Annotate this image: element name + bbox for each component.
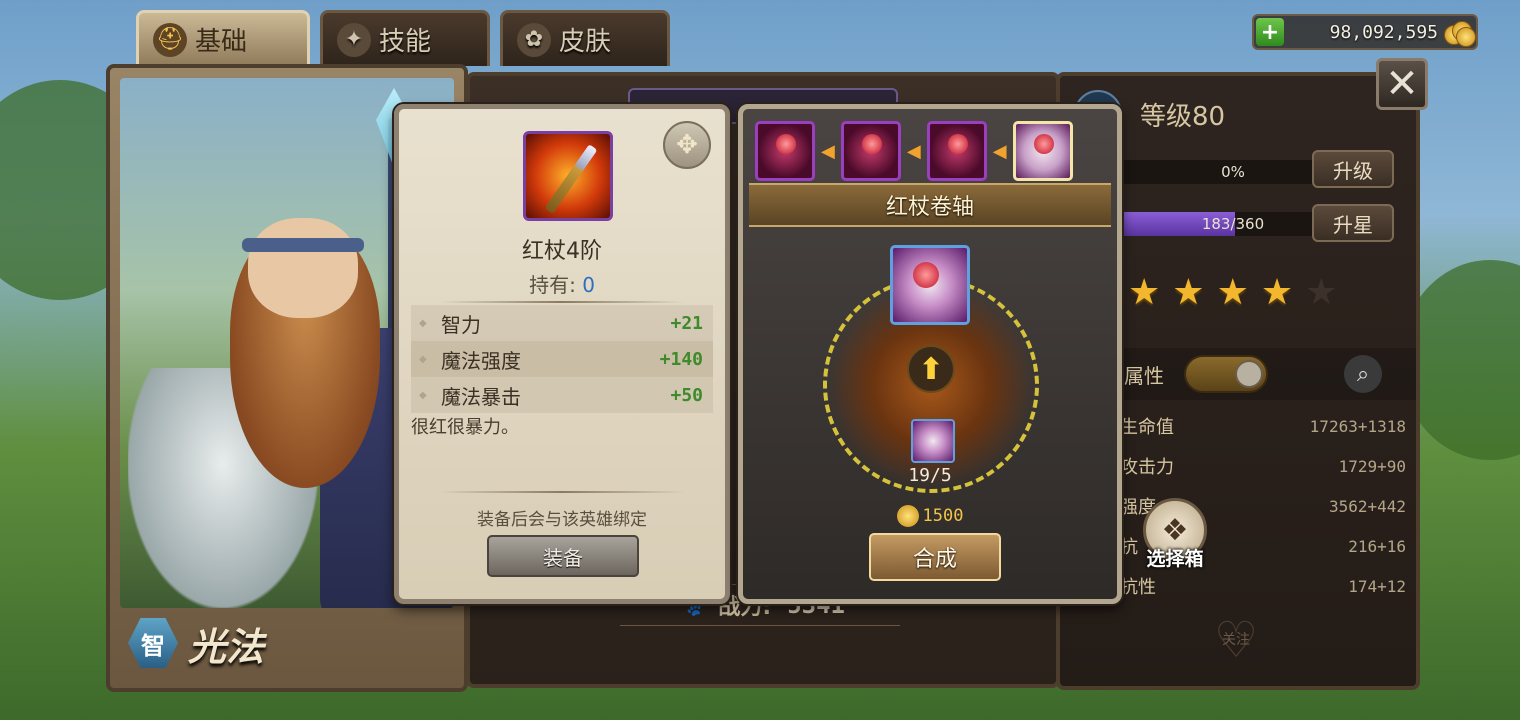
synthesis-cost-value: 1500 [922, 506, 964, 526]
gold-currency-bar: + 98,092,595 [1252, 14, 1478, 50]
star-filled-icon: ★ [1128, 272, 1161, 313]
upgrade-button[interactable]: 升级 [1312, 150, 1394, 188]
item-attribute-row: 魔法强度 +140 [411, 341, 713, 377]
stat-row-hp: 生命值 17263+1318 [1120, 406, 1406, 446]
item-attribute-bonus: +50 [670, 384, 703, 406]
arrow-left-icon: ◀ [821, 140, 835, 162]
intelligence-class-badge: 智 [128, 618, 178, 668]
hero-nameplate: 智 光法 [120, 608, 454, 678]
chain-item-scroll[interactable] [1012, 121, 1073, 181]
stat-name: 攻击力 [1120, 457, 1174, 478]
synthesize-button[interactable]: 合成 [869, 533, 1001, 581]
item-owned: 持有: 0 [399, 269, 725, 298]
item-attribute-name: 魔法暴击 [441, 384, 521, 409]
star-filled-icon: ★ [1216, 272, 1249, 313]
puzzle-piece-icon[interactable]: ✥ [663, 121, 711, 169]
item-icon [523, 131, 613, 221]
tab-skins[interactable]: ✿ 皮肤 [500, 10, 670, 66]
up-arrow-icon: ⬆ [907, 345, 955, 393]
upgrade-chain: ◀ ◀ ◀ [755, 119, 1105, 183]
item-attribute-bonus: +21 [670, 312, 703, 334]
skin-icon: ✿ [517, 22, 551, 57]
arrow-left-icon: ◀ [906, 140, 921, 162]
hero-headband [242, 238, 364, 252]
tab-basic-label: 基础 [195, 27, 248, 57]
item-attribute-list: 智力 +21 魔法强度 +140 魔法暴击 +50 [411, 305, 713, 413]
chain-item-staff-tier3[interactable] [926, 121, 987, 181]
close-button[interactable]: ✕ [1376, 58, 1428, 110]
search-icon[interactable]: ⌕ [1344, 355, 1382, 393]
synthesis-cost: 1500 [743, 505, 1117, 527]
stat-name: 生命值 [1120, 417, 1174, 438]
tab-skills[interactable]: ✦ 技能 [320, 10, 490, 66]
material-count: 19/5 [908, 465, 952, 486]
item-attribute-row: 魔法暴击 +50 [411, 377, 713, 413]
tab-basic[interactable]: ⛑ 基础 [136, 10, 310, 66]
follow-label: 关注 [1222, 632, 1250, 648]
item-attribute-name: 魔法强度 [441, 348, 521, 373]
gold-coin-icon [1442, 17, 1476, 47]
follow-heart-button[interactable]: ♡ 关注 [1208, 612, 1264, 668]
add-gold-button[interactable]: + [1256, 18, 1284, 46]
item-owned-label: 持有: [529, 273, 576, 297]
skill-icon: ✦ [337, 22, 371, 57]
item-info-popup: ✥ 红杖4阶 持有: 0 智力 +21 魔法强度 +140 魔法暴击 +50 很… [394, 104, 730, 604]
item-attribute-bonus: +140 [659, 348, 703, 370]
star-up-button[interactable]: 升星 [1312, 204, 1394, 242]
divider [439, 301, 685, 303]
stat-row-attack: 攻击力 1729+90 [1120, 446, 1406, 486]
equip-button[interactable]: 装备 [487, 535, 639, 577]
arrow-left-icon: ◀ [992, 140, 1007, 162]
synthesis-target-icon [890, 245, 970, 325]
stat-value: 17263+1318 [1309, 416, 1406, 436]
toggle-knob-icon [1235, 360, 1263, 388]
choose-chest-label: 选择箱 [1146, 548, 1204, 570]
stat-value: 3562+442 [1328, 496, 1406, 516]
stat-value: 216+16 [1348, 536, 1406, 556]
choose-chest-button[interactable]: ❖ 选择箱 [1140, 498, 1210, 588]
attributes-title: 属性 [1124, 363, 1164, 388]
stat-value: 1729+90 [1338, 456, 1406, 476]
item-name: 红杖4阶 [522, 239, 602, 264]
star-empty-icon: ★ [1305, 272, 1338, 313]
item-attribute-row: 智力 +21 [411, 305, 713, 341]
helmet-icon: ⛑ [153, 22, 187, 57]
chain-item-staff-tier1[interactable] [755, 121, 815, 181]
synthesis-popup: ◀ ◀ ◀ 红杖卷轴 ⬆ 19/5 1500 合成 [738, 104, 1122, 604]
attributes-header: 属性 ⌕ [1120, 348, 1416, 400]
divider [439, 491, 685, 493]
item-owned-count: 0 [582, 273, 595, 297]
hero-star-rating: ★ ★ ★ ★ ★ [1128, 272, 1337, 313]
hero-face [248, 218, 358, 318]
tab-skins-label: 皮肤 [559, 27, 612, 57]
star-filled-icon: ★ [1260, 272, 1294, 313]
gold-coin-icon [896, 505, 919, 527]
star-filled-icon: ★ [1172, 272, 1205, 313]
hero-level: 等级80 [1140, 102, 1226, 132]
gold-amount: 98,092,595 [1329, 21, 1438, 43]
hero-name: 光法 [188, 624, 265, 669]
stat-value: 174+12 [1348, 576, 1406, 596]
item-attribute-name: 智力 [441, 312, 481, 337]
item-description: 很红很暴力。 [411, 417, 519, 438]
synthesis-title: 红杖卷轴 [749, 183, 1111, 227]
material-scroll-icon[interactable] [911, 419, 955, 463]
spear-icon [544, 144, 598, 214]
chain-item-staff-tier2[interactable] [840, 121, 901, 181]
bind-note: 装备后会与该英雄绑定 [477, 510, 647, 530]
attribute-detail-toggle[interactable] [1184, 355, 1268, 393]
tab-skills-label: 技能 [379, 27, 432, 57]
